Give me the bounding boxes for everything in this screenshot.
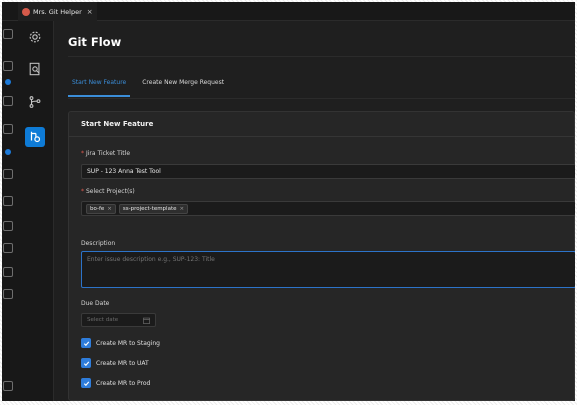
checkbox-label: Create MR to Prod bbox=[96, 379, 151, 387]
checkbox-row-prod[interactable]: Create MR to Prod bbox=[81, 378, 150, 388]
due-date-placeholder: Select date bbox=[87, 317, 119, 323]
checkbox-uat[interactable] bbox=[81, 358, 91, 368]
gear-icon[interactable] bbox=[25, 27, 45, 47]
checkbox-staging[interactable] bbox=[81, 338, 91, 348]
start-feature-card: Start New Feature * Jira Ticket Title SUP… bbox=[68, 111, 575, 401]
extension-sidebar bbox=[16, 21, 54, 401]
testing-icon[interactable] bbox=[3, 221, 13, 231]
jira-title-value: SUP - 123 Anna Test Tool bbox=[87, 168, 161, 175]
project-multiselect[interactable]: bo-fe × ss-project-template × bbox=[81, 201, 575, 216]
checkbox-label: Create MR to UAT bbox=[96, 359, 149, 367]
editor-tab[interactable]: Mrs. Git Helper × bbox=[18, 2, 97, 21]
timeline-icon[interactable] bbox=[3, 267, 13, 277]
git-branch-icon[interactable] bbox=[25, 92, 45, 112]
search-icon[interactable] bbox=[3, 61, 13, 71]
page-title: Git Flow bbox=[68, 35, 122, 49]
check-icon bbox=[83, 361, 89, 366]
checkbox-label: Create MR to Staging bbox=[96, 339, 160, 347]
run-debug-icon[interactable] bbox=[3, 124, 13, 134]
remove-tag-icon[interactable]: × bbox=[180, 206, 185, 212]
remove-tag-icon[interactable]: × bbox=[107, 206, 112, 212]
jira-title-label: * Jira Ticket Title bbox=[81, 150, 130, 157]
notification-badge bbox=[5, 79, 11, 85]
description-label: Description bbox=[81, 240, 116, 247]
tabs-divider bbox=[68, 98, 575, 99]
explorer-icon[interactable] bbox=[3, 29, 13, 39]
tab-create-merge-request[interactable]: Create New Merge Request bbox=[138, 77, 228, 97]
feature-tabs: Start New Feature Create New Merge Reque… bbox=[68, 77, 228, 97]
due-date-label: Due Date bbox=[81, 300, 110, 307]
tab-bar: Mrs. Git Helper × bbox=[2, 2, 575, 21]
close-tab-icon[interactable]: × bbox=[87, 8, 93, 16]
activity-bar bbox=[2, 21, 16, 401]
main-panel: Git Flow Start New Feature Create New Me… bbox=[55, 21, 575, 401]
title-divider bbox=[68, 56, 575, 57]
checkbox-row-staging[interactable]: Create MR to Staging bbox=[81, 338, 160, 348]
project-tag: bo-fe × bbox=[86, 203, 116, 214]
project-tag-label: ss-project-template bbox=[122, 205, 177, 212]
due-date-picker[interactable]: Select date bbox=[81, 313, 156, 327]
description-textarea[interactable] bbox=[81, 251, 575, 288]
project-tag-label: bo-fe bbox=[90, 205, 105, 212]
vscode-window: Mrs. Git Helper × Git Flow Start New Fea… bbox=[2, 2, 575, 401]
jira-title-input[interactable]: SUP - 123 Anna Test Tool bbox=[81, 164, 575, 179]
jira-title-label-text: Jira Ticket Title bbox=[86, 150, 131, 157]
select-projects-label-text: Select Project(s) bbox=[86, 188, 135, 195]
checkbox-row-uat[interactable]: Create MR to UAT bbox=[81, 358, 149, 368]
docker-icon[interactable] bbox=[3, 243, 13, 253]
calendar-icon bbox=[143, 317, 150, 324]
extension-logo-icon bbox=[22, 7, 30, 16]
card-header: Start New Feature bbox=[69, 112, 574, 137]
notification-badge bbox=[5, 149, 11, 155]
tab-start-new-feature[interactable]: Start New Feature bbox=[68, 77, 131, 97]
check-icon bbox=[83, 381, 89, 386]
check-icon bbox=[83, 341, 89, 346]
required-mark: * bbox=[81, 188, 84, 195]
remote-icon[interactable] bbox=[3, 196, 13, 206]
account-icon[interactable] bbox=[3, 381, 13, 391]
source-control-icon[interactable] bbox=[3, 96, 13, 106]
required-mark: * bbox=[81, 150, 84, 157]
git-flow-icon[interactable] bbox=[25, 127, 45, 147]
select-projects-label: * Select Project(s) bbox=[81, 188, 135, 195]
clock-icon[interactable] bbox=[3, 289, 13, 299]
card-title: Start New Feature bbox=[81, 120, 154, 128]
project-tag: ss-project-template × bbox=[118, 203, 189, 214]
extensions-icon[interactable] bbox=[3, 169, 13, 179]
document-search-icon[interactable] bbox=[25, 59, 45, 79]
checkbox-prod[interactable] bbox=[81, 378, 91, 388]
tab-title: Mrs. Git Helper bbox=[33, 7, 82, 16]
